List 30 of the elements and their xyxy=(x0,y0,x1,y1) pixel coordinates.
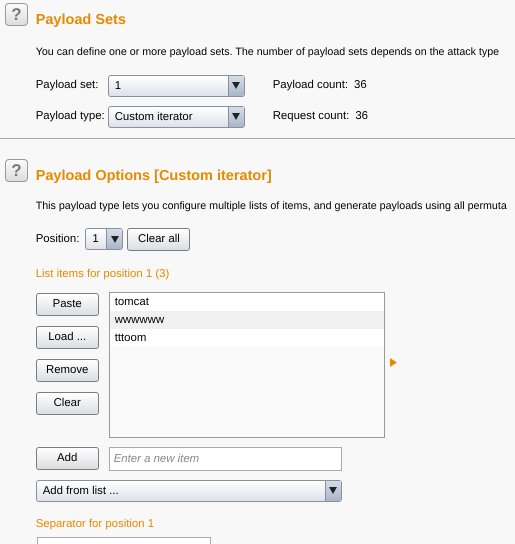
item-list[interactable]: tomcat wwwwww tttoom xyxy=(108,292,385,438)
dropdown[interactable]: 1 xyxy=(108,74,245,97)
stat-label: Payload count: xyxy=(272,78,348,94)
separator-heading: Separator for position 1 xyxy=(36,516,156,532)
list-button[interactable]: Clear xyxy=(36,392,99,415)
section-title: Payload Options [Custom iterator] xyxy=(36,166,273,186)
add-button[interactable]: Add xyxy=(36,447,99,470)
help-button[interactable]: ? xyxy=(5,3,28,26)
stat-value: 36 xyxy=(354,78,367,94)
list-button[interactable]: Load ... xyxy=(36,326,99,349)
list-item[interactable]: tttoom xyxy=(110,328,384,347)
new-item-field[interactable]: Enter a new item xyxy=(108,446,342,471)
field-label: Position: xyxy=(36,232,80,247)
position-dropdown[interactable]: 1 xyxy=(85,228,124,250)
add-from-list-dropdown[interactable]: Add from list ... xyxy=(36,480,342,502)
list-button[interactable]: Remove xyxy=(36,358,99,382)
clear-all-button[interactable]: Clear all xyxy=(127,228,190,251)
list-item[interactable]: tomcat xyxy=(110,292,384,311)
list-heading: List items for position 1 (3) xyxy=(36,266,170,282)
list-item[interactable]: wwwwww xyxy=(110,310,384,329)
stat-label: Request count: xyxy=(272,109,350,124)
help-button[interactable]: ? xyxy=(5,158,28,182)
list-button[interactable]: Paste xyxy=(36,292,99,316)
description-text: This payload type lets you configure multiple lists of items, and generate payloads using all permuta xyxy=(36,198,508,214)
description-text: You can define one or more payload sets. The number of payload sets depends on the attack type xyxy=(36,44,500,60)
stat-value: 36 xyxy=(355,109,368,124)
section-title: Payload Sets xyxy=(36,11,127,30)
dropdown[interactable]: Custom iterator xyxy=(108,106,245,128)
field-label: Payload set: xyxy=(36,78,100,94)
field-label: Payload type: xyxy=(36,109,106,124)
